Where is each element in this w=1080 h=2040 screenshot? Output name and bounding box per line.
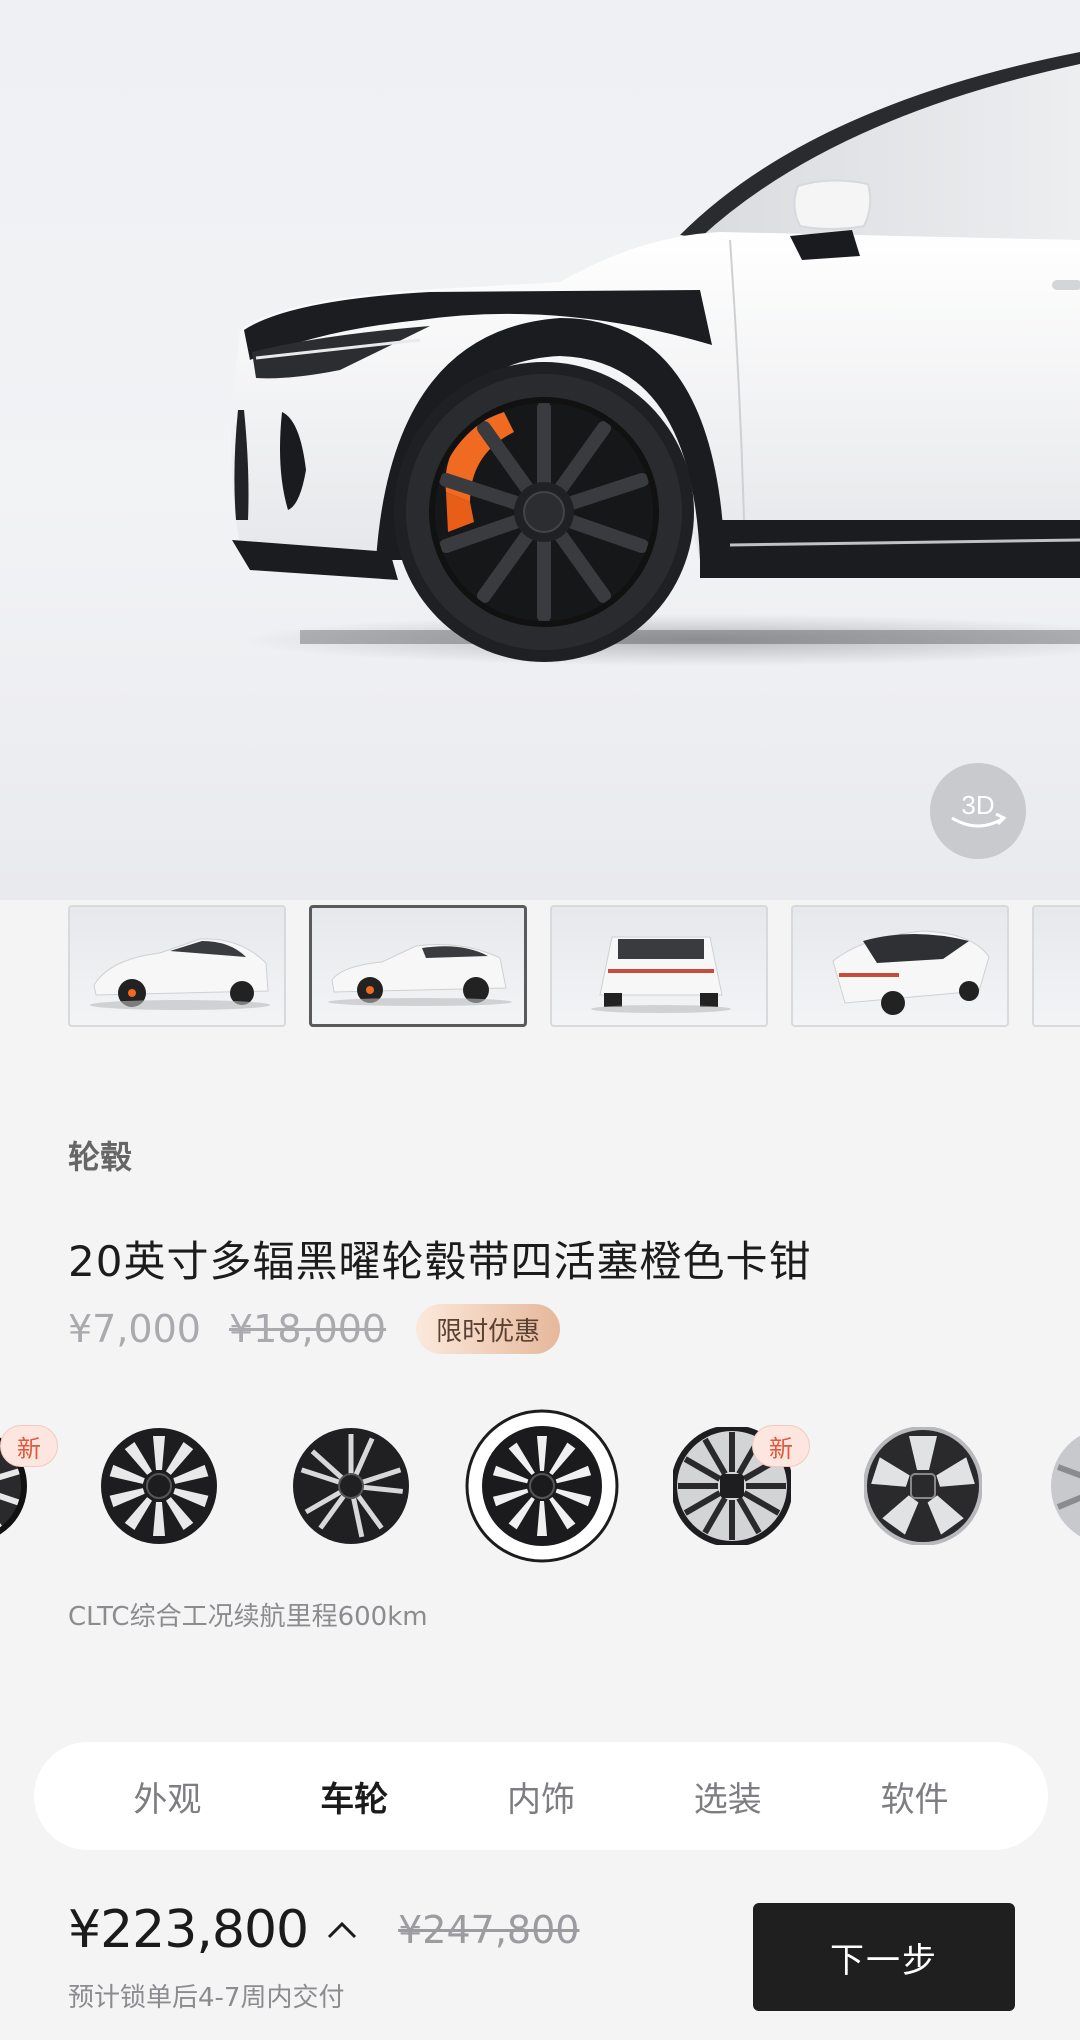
rotate-3d-icon: 3D — [951, 790, 1007, 828]
car-hero-view[interactable]: 3D — [0, 0, 1080, 900]
total-price-row[interactable]: ¥223,800 ¥247,800 — [68, 1900, 579, 1960]
wheel-thumbnail — [293, 1428, 409, 1544]
option-price-row: ¥7,000 ¥18,000 限时优惠 — [68, 1303, 561, 1355]
config-tab-bar: 外观 车轮 内饰 选装 软件 — [34, 1742, 1048, 1850]
chevron-up-icon[interactable] — [326, 1920, 358, 1940]
wheel-options-carousel[interactable]: 新 新 — [0, 1405, 1080, 1565]
view-thumbnail-strip[interactable] — [0, 905, 1080, 1027]
tab-interior[interactable]: 内饰 — [471, 1772, 611, 1821]
wheel-thumbnail-selected — [465, 1409, 619, 1563]
car-thumbnail-image — [832, 930, 990, 1015]
view-3d-button[interactable]: 3D — [930, 763, 1026, 859]
thumbnail-front-three-quarter[interactable] — [68, 905, 286, 1027]
hero-wheel — [394, 362, 694, 662]
wheel-option-4[interactable] — [465, 1409, 619, 1565]
total-price-original: ¥247,800 — [398, 1908, 580, 1952]
option-price-current: ¥7,000 — [68, 1307, 201, 1351]
thumbnail-rear[interactable] — [550, 905, 768, 1027]
car-side-image — [231, 52, 1080, 666]
delivery-note: 预计锁单后4-7周内交付 — [68, 1983, 345, 2013]
car-thumbnail-image — [90, 938, 270, 1010]
wheel-option-6[interactable] — [863, 1426, 983, 1549]
tab-options[interactable]: 选装 — [658, 1772, 798, 1821]
option-price-original: ¥18,000 — [228, 1307, 387, 1351]
tab-wheels[interactable]: 车轮 — [284, 1772, 424, 1821]
tab-software[interactable]: 软件 — [845, 1772, 985, 1821]
wheel-thumbnail — [863, 1426, 983, 1546]
thumbnail-rear-three-quarter-top[interactable] — [791, 905, 1009, 1027]
wheel-option-7[interactable] — [1050, 1427, 1080, 1549]
next-step-button[interactable]: 下一步 — [753, 1903, 1015, 2011]
product-title: 20英寸多辐黑曜轮毂带四活塞橙色卡钳 — [68, 1237, 812, 1286]
svg-text:3D: 3D — [961, 790, 994, 820]
thumbnail-side[interactable] — [309, 905, 527, 1027]
promo-badge: 限时优惠 — [416, 1304, 561, 1354]
wheel-option-2[interactable] — [100, 1427, 218, 1549]
total-price[interactable]: ¥223,800 — [68, 1900, 309, 1960]
new-badge: 新 — [752, 1425, 810, 1467]
thumbnail-partial[interactable] — [1032, 905, 1080, 1027]
section-label: 轮毂 — [68, 1138, 133, 1176]
car-thumbnail-image — [328, 944, 512, 1006]
tab-exterior[interactable]: 外观 — [97, 1772, 237, 1821]
wheel-thumbnail — [101, 1428, 217, 1544]
wheel-option-3[interactable] — [292, 1427, 410, 1549]
wheel-thumbnail — [1051, 1435, 1080, 1537]
new-badge: 新 — [0, 1425, 58, 1467]
range-note: CLTC综合工况续航里程600km — [68, 1602, 428, 1632]
car-thumbnail-image — [591, 936, 731, 1013]
